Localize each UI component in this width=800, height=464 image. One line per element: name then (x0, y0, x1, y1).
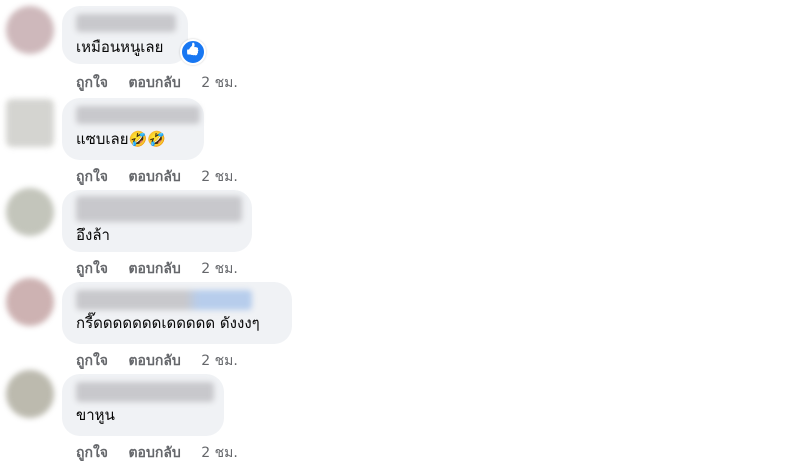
avatar[interactable] (6, 278, 54, 326)
comment-time[interactable]: 2 ชม. (201, 166, 238, 188)
avatar[interactable] (6, 370, 54, 418)
reply-button[interactable]: ตอบกลับ (128, 72, 180, 94)
comment-text: แซบเลย🤣🤣 (76, 130, 166, 148)
comment-actions: ถูกใจ ตอบกลับ 2 ชม. (76, 72, 254, 94)
commenter-name[interactable] (76, 106, 200, 124)
avatar[interactable] (6, 6, 54, 54)
comment-time[interactable]: 2 ชม. (201, 72, 238, 94)
comment-actions: ถูกใจ ตอบกลับ 2 ชม. (76, 442, 254, 464)
comment-text: ขาหูน (76, 406, 115, 424)
comment-text: เหมือนหนูเลย (76, 38, 164, 56)
comment-text: กรี๊ดดดดดดดเดดดดด ดังงงๆ (76, 314, 260, 332)
reply-button[interactable]: ตอบกลับ (128, 350, 180, 372)
reply-button[interactable]: ตอบกลับ (128, 442, 180, 464)
like-button[interactable]: ถูกใจ (76, 258, 108, 280)
comment-actions: ถูกใจ ตอบกลับ 2 ชม. (76, 166, 254, 188)
like-button[interactable]: ถูกใจ (76, 166, 108, 188)
commenter-name[interactable] (76, 14, 176, 32)
comment-actions: ถูกใจ ตอบกลับ 2 ชม. (76, 258, 254, 280)
reply-button[interactable]: ตอบกลับ (128, 166, 180, 188)
comment-bubble: อึงล้า (62, 190, 252, 252)
commenter-name[interactable] (76, 196, 242, 222)
like-icon[interactable] (180, 39, 206, 65)
comment-bubble: แซบเลย🤣🤣 (62, 98, 204, 160)
commenter-name[interactable] (76, 382, 214, 402)
comment-actions: ถูกใจ ตอบกลับ 2 ชม. (76, 350, 254, 372)
comment-bubble: กรี๊ดดดดดดดเดดดดด ดังงงๆ (62, 282, 292, 344)
like-button[interactable]: ถูกใจ (76, 350, 108, 372)
reply-button[interactable]: ตอบกลับ (128, 258, 180, 280)
comment-time[interactable]: 2 ชม. (201, 258, 238, 280)
comment-bubble: ขาหูน (62, 374, 224, 436)
like-button[interactable]: ถูกใจ (76, 442, 108, 464)
avatar[interactable] (6, 188, 54, 236)
avatar[interactable] (6, 99, 54, 147)
comment-time[interactable]: 2 ชม. (201, 442, 238, 464)
comment-bubble: เหมือนหนูเลย (62, 6, 188, 64)
like-button[interactable]: ถูกใจ (76, 72, 108, 94)
commenter-name[interactable] (76, 290, 252, 310)
comment-time[interactable]: 2 ชม. (201, 350, 238, 372)
comment-text: อึงล้า (76, 226, 110, 244)
